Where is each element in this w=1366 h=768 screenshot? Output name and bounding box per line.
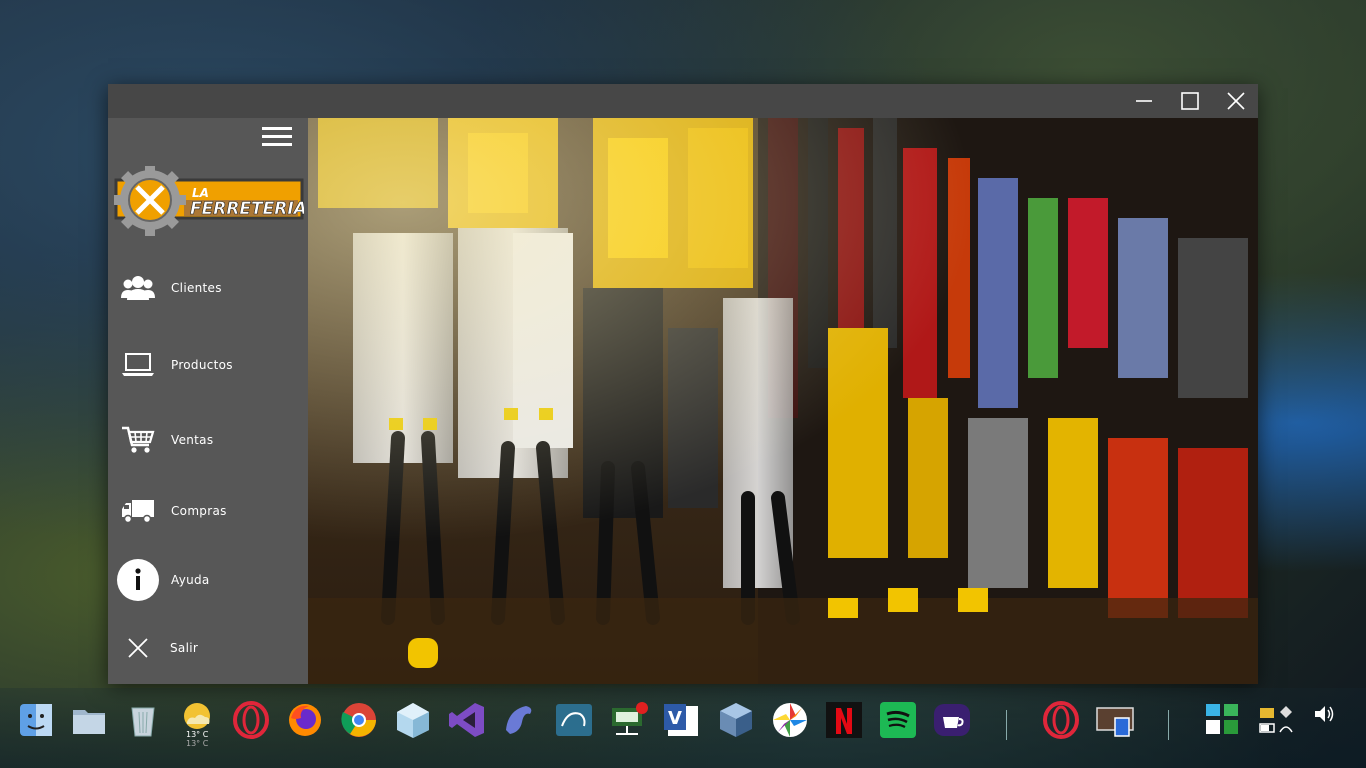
netflix-icon[interactable]: [824, 700, 864, 740]
sidebar-item-label: Compras: [171, 504, 227, 518]
screenshot-app-icon[interactable]: [1095, 700, 1135, 740]
minimize-button[interactable]: [1121, 84, 1166, 118]
sidebar-item-label: Clientes: [171, 281, 222, 295]
logo-line2: FERRETERIA: [190, 199, 304, 219]
sidebar-item-ayuda[interactable]: Ayuda: [108, 555, 308, 605]
sidebar-item-clientes[interactable]: Clientes: [108, 263, 308, 313]
close-icon: [1226, 92, 1245, 110]
visio-icon[interactable]: V: [662, 700, 702, 740]
minimize-icon: [1135, 100, 1152, 102]
truck-icon: [120, 486, 156, 536]
shopping-cart-icon: [120, 415, 156, 465]
logo-line1: LA: [192, 186, 209, 200]
trash-icon[interactable]: [123, 700, 163, 740]
opera-icon[interactable]: [231, 700, 271, 740]
java-app-icon[interactable]: [932, 700, 972, 740]
ferreteria-logo: LA FERRETERIA: [114, 164, 307, 238]
sidebar-item-label: Salir: [170, 641, 199, 655]
weather-temp-low: 13° C: [186, 739, 209, 748]
opera-icon[interactable]: [1041, 700, 1081, 740]
maximize-button[interactable]: [1167, 84, 1212, 118]
sidebar-item-label: Ventas: [171, 433, 214, 447]
dock-separator: [1006, 710, 1007, 740]
volume-icon[interactable]: [1312, 702, 1336, 726]
sidebar-item-ventas[interactable]: Ventas: [108, 415, 308, 465]
maximize-icon: [1180, 92, 1199, 110]
battery-wifi-icon[interactable]: [1258, 702, 1298, 738]
network-app-icon[interactable]: [608, 700, 648, 740]
svg-text:V: V: [668, 708, 682, 729]
laptop-icon: [120, 340, 156, 390]
sidebar-item-label: Ayuda: [171, 573, 210, 587]
info-icon: [116, 555, 160, 605]
firefox-icon[interactable]: [285, 700, 325, 740]
dock: 13° C 13° C V: [0, 688, 1366, 768]
close-icon: [120, 623, 156, 673]
virtualbox-icon[interactable]: [716, 700, 756, 740]
folder-icon[interactable]: [69, 700, 109, 740]
system-tray-apps-icon[interactable]: [1204, 702, 1244, 738]
weather-temp: 13° C: [186, 730, 209, 739]
sidebar-item-salir[interactable]: Salir: [108, 623, 308, 673]
dock-separator: [1168, 710, 1169, 740]
app-window: LA FERRETERIA Clientes Productos Ventas …: [108, 84, 1258, 684]
close-button[interactable]: [1213, 84, 1258, 118]
spotify-icon[interactable]: [878, 700, 918, 740]
sidebar-item-label: Productos: [171, 358, 233, 372]
mysql-workbench-icon[interactable]: [554, 700, 594, 740]
title-bar[interactable]: [108, 84, 1258, 118]
aperture-icon[interactable]: [770, 700, 810, 740]
hardware-store-tools-photo: [308, 118, 1258, 684]
dolphin-app-icon[interactable]: [500, 700, 540, 740]
sidebar: LA FERRETERIA Clientes Productos Ventas …: [108, 118, 308, 684]
sidebar-item-productos[interactable]: Productos: [108, 340, 308, 390]
hamburger-menu-icon[interactable]: [262, 127, 294, 149]
sidebar-item-compras[interactable]: Compras: [108, 486, 308, 536]
cube-app-icon[interactable]: [393, 700, 433, 740]
finder-icon[interactable]: [16, 700, 56, 740]
chrome-icon[interactable]: [339, 700, 379, 740]
users-icon: [120, 263, 156, 313]
visual-studio-icon[interactable]: [447, 700, 487, 740]
